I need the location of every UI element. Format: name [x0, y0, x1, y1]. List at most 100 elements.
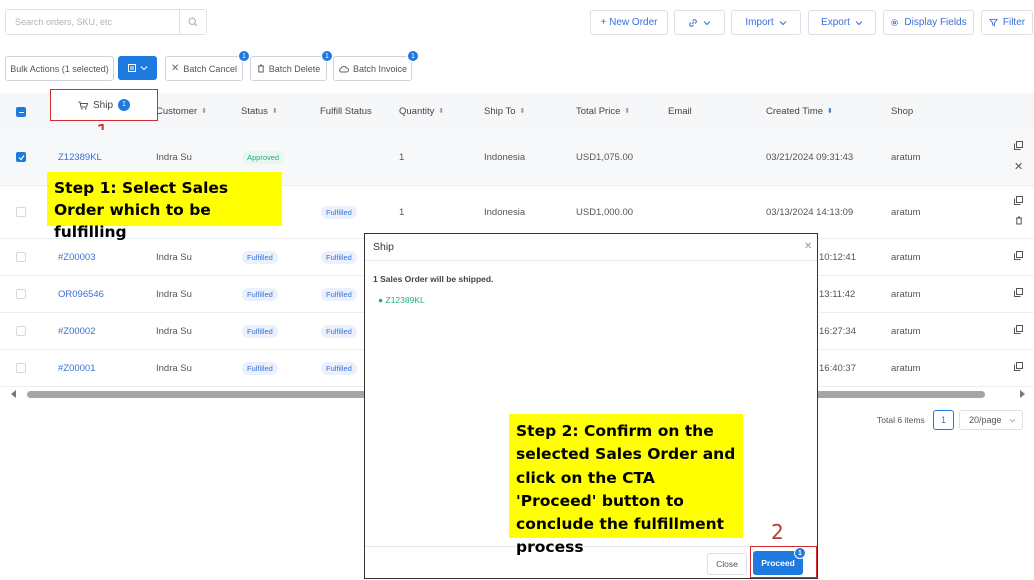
- shop: aratum: [891, 207, 921, 218]
- chevron-down-icon: [703, 20, 711, 25]
- ship-to: Indonesia: [484, 152, 526, 163]
- page-1-button[interactable]: 1: [933, 410, 954, 430]
- quantity: 1: [399, 152, 405, 163]
- order-id[interactable]: Z12389KL: [58, 152, 102, 163]
- copy-icon[interactable]: [1014, 362, 1023, 371]
- batch-cancel-badge: 1: [238, 50, 250, 62]
- shop: aratum: [891, 152, 921, 163]
- modal-header: Ship ✕: [365, 234, 817, 261]
- order-id[interactable]: #Z00003: [58, 252, 96, 263]
- column-quantity[interactable]: Quantity ⬍: [399, 106, 444, 117]
- trash-icon[interactable]: [1015, 216, 1023, 225]
- copy-icon[interactable]: [1014, 288, 1023, 297]
- created-time: 10:12:41: [819, 252, 856, 263]
- created-time: 03/13/2024 14:13:09: [766, 207, 854, 218]
- fulfill-status-badge: Fulfilled: [321, 288, 357, 301]
- ship-label: Ship: [92, 99, 113, 111]
- close-icon[interactable]: ✕: [1014, 160, 1023, 173]
- column-total-price[interactable]: Total Price ⬍: [576, 106, 630, 117]
- filter-icon: [988, 18, 998, 27]
- close-icon: ✕: [171, 63, 180, 74]
- shop: aratum: [891, 252, 921, 263]
- sort-icon: ⬍: [201, 108, 208, 115]
- batch-invoice-button[interactable]: Batch Invoice 1: [333, 50, 419, 81]
- copy-icon[interactable]: [1014, 325, 1023, 334]
- row-checkbox[interactable]: [16, 363, 26, 373]
- row-checkbox[interactable]: [16, 152, 26, 162]
- modal-order-item: ● Z12389KL: [378, 295, 425, 305]
- ship-action-popup[interactable]: Ship 1: [50, 89, 158, 121]
- bulk-actions-label: Bulk Actions (1 selected): [10, 63, 109, 74]
- copy-icon[interactable]: [1014, 141, 1023, 150]
- column-created-time[interactable]: Created Time ⬍: [766, 106, 833, 117]
- fulfill-status-badge: Fulfilled: [321, 206, 357, 219]
- order-id[interactable]: OR096546: [58, 289, 104, 300]
- batch-invoice-label: Batch Invoice: [352, 63, 408, 74]
- page-size-select[interactable]: 20/page: [959, 410, 1023, 430]
- batch-cancel-label: Batch Cancel: [183, 63, 237, 74]
- batch-cancel-button[interactable]: ✕ Batch Cancel 1: [165, 50, 250, 81]
- search-input[interactable]: Search orders, SKU, etc: [15, 17, 112, 27]
- row-checkbox[interactable]: [16, 252, 26, 262]
- column-ship-to[interactable]: Ship To ⬍: [484, 106, 525, 117]
- bulk-menu-dropdown[interactable]: [118, 56, 157, 80]
- modal-title: Ship: [373, 241, 395, 253]
- chevron-down-icon: [779, 20, 787, 25]
- total-items: Total 6 items: [877, 415, 925, 425]
- customer-name: Indra Su: [156, 289, 192, 300]
- row-checkbox[interactable]: [16, 289, 26, 299]
- order-id[interactable]: #Z00001: [58, 363, 96, 374]
- proceed-badge: 1: [794, 547, 806, 559]
- select-all-checkbox[interactable]: [16, 107, 26, 117]
- customer-name: Indra Su: [156, 326, 192, 337]
- order-id[interactable]: #Z00002: [58, 326, 96, 337]
- copy-icon[interactable]: [1014, 196, 1023, 205]
- page-size-label: 20/page: [969, 415, 1002, 425]
- sort-icon: ⬍: [438, 108, 445, 115]
- column-status[interactable]: Status ⬍: [241, 106, 278, 117]
- column-customer[interactable]: Customer ⬍: [156, 106, 207, 117]
- bulk-actions-button[interactable]: Bulk Actions (1 selected): [5, 56, 114, 81]
- shop: aratum: [891, 289, 921, 300]
- cart-icon: [78, 101, 88, 110]
- chevron-down-icon: [140, 66, 147, 71]
- created-time: 03/21/2024 09:31:43: [766, 152, 854, 163]
- link-icon: [689, 18, 697, 27]
- ship-badge: 1: [118, 99, 130, 111]
- row-checkbox[interactable]: [16, 207, 26, 217]
- copy-icon[interactable]: [1014, 251, 1023, 260]
- chevron-down-icon: [1009, 418, 1016, 423]
- fulfill-status-badge: Fulfilled: [321, 362, 357, 375]
- sort-icon: ⬍: [519, 108, 526, 115]
- close-button[interactable]: Close: [707, 553, 747, 575]
- search-button[interactable]: [179, 10, 206, 34]
- link-button[interactable]: [674, 10, 725, 35]
- column-email[interactable]: Email: [668, 106, 692, 117]
- batch-delete-label: Batch Delete: [268, 63, 321, 74]
- display-fields-button[interactable]: Display Fields: [883, 10, 974, 35]
- ship-to: Indonesia: [484, 207, 526, 218]
- proceed-button[interactable]: Proceed 1: [753, 547, 806, 575]
- search-box[interactable]: Search orders, SKU, etc: [5, 9, 207, 35]
- column-fulfill-status[interactable]: Fulfill Status: [320, 106, 372, 117]
- sort-icon: ⬍: [624, 108, 631, 115]
- scroll-right-icon[interactable]: [1018, 390, 1026, 398]
- customer-name: Indra Su: [156, 152, 192, 163]
- batch-delete-button[interactable]: Batch Delete 1: [250, 50, 333, 81]
- created-time: 16:27:34: [819, 326, 856, 337]
- new-order-button[interactable]: + New Order: [590, 10, 668, 35]
- row-checkbox[interactable]: [16, 326, 26, 336]
- export-button[interactable]: Export: [808, 10, 876, 35]
- export-label: Export: [821, 17, 850, 28]
- scroll-left-icon[interactable]: [10, 390, 18, 398]
- sort-icon: ⬍: [271, 108, 278, 115]
- status-badge: Fulfilled: [242, 362, 278, 375]
- batch-invoice-badge: 1: [407, 50, 419, 62]
- status-badge: Fulfilled: [242, 251, 278, 264]
- import-button[interactable]: Import: [731, 10, 801, 35]
- filter-button[interactable]: Filter: [981, 10, 1033, 35]
- step1-annotation: Step 1: Select Sales Order which to be f…: [47, 172, 282, 241]
- column-shop[interactable]: Shop: [891, 106, 913, 117]
- close-icon[interactable]: ✕: [804, 241, 812, 252]
- fulfill-status-badge: Fulfilled: [321, 325, 357, 338]
